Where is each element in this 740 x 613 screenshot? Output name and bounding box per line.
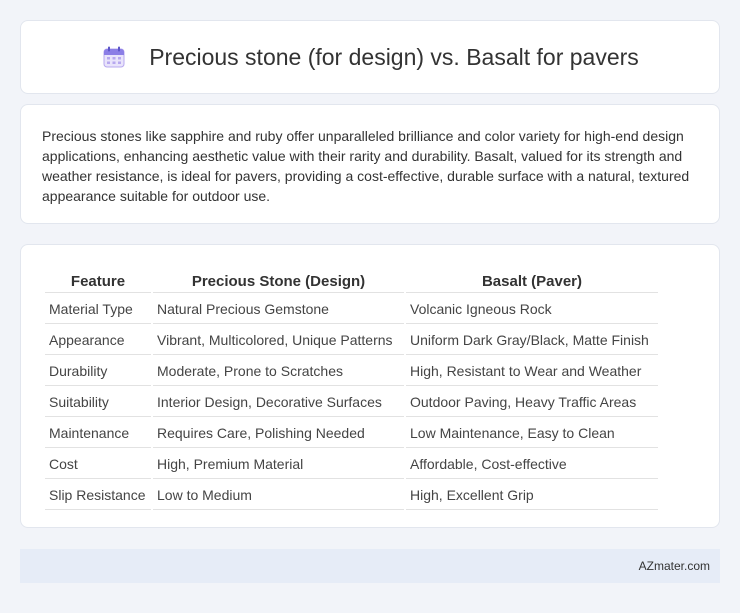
row-precious-stone: High, Premium Material (153, 450, 404, 479)
row-basalt: High, Excellent Grip (406, 481, 658, 510)
page-title: Precious stone (for design) vs. Basalt f… (149, 43, 639, 70)
row-precious-stone: Requires Care, Polishing Needed (153, 419, 404, 448)
table-row: Appearance Vibrant, Multicolored, Unique… (45, 326, 658, 355)
row-feature: Cost (45, 450, 151, 479)
footer-brand: AZmater.com (638, 559, 710, 573)
title-card: Precious stone (for design) vs. Basalt f… (20, 20, 720, 94)
table-row: Slip Resistance Low to Medium High, Exce… (45, 481, 658, 510)
row-basalt: Outdoor Paving, Heavy Traffic Areas (406, 388, 658, 417)
row-feature: Maintenance (45, 419, 151, 448)
row-precious-stone: Natural Precious Gemstone (153, 295, 404, 324)
table-row: Maintenance Requires Care, Polishing Nee… (45, 419, 658, 448)
header-precious-stone: Precious Stone (Design) (153, 267, 404, 293)
title-wrap: Precious stone (for design) vs. Basalt f… (101, 44, 639, 71)
table-row: Suitability Interior Design, Decorative … (45, 388, 658, 417)
footer: AZmater.com (20, 549, 720, 583)
summary-card: Precious stones like sapphire and ruby o… (20, 104, 720, 224)
table-card: Feature Precious Stone (Design) Basalt (… (20, 244, 720, 528)
row-basalt: Volcanic Igneous Rock (406, 295, 658, 324)
row-precious-stone: Interior Design, Decorative Surfaces (153, 388, 404, 417)
calendar-icon (103, 46, 125, 68)
row-feature: Slip Resistance (45, 481, 151, 510)
header-basalt: Basalt (Paver) (406, 267, 658, 293)
row-basalt: Uniform Dark Gray/Black, Matte Finish (406, 326, 658, 355)
table-row: Material Type Natural Precious Gemstone … (45, 295, 658, 324)
table-row: Cost High, Premium Material Affordable, … (45, 450, 658, 479)
row-feature: Appearance (45, 326, 151, 355)
row-basalt: Affordable, Cost-effective (406, 450, 658, 479)
header-feature: Feature (45, 267, 151, 293)
row-precious-stone: Moderate, Prone to Scratches (153, 357, 404, 386)
row-basalt: Low Maintenance, Easy to Clean (406, 419, 658, 448)
row-feature: Durability (45, 357, 151, 386)
table-row: Durability Moderate, Prone to Scratches … (45, 357, 658, 386)
table-header-row: Feature Precious Stone (Design) Basalt (… (45, 267, 658, 293)
row-precious-stone: Low to Medium (153, 481, 404, 510)
comparison-table: Feature Precious Stone (Design) Basalt (… (43, 265, 660, 512)
row-feature: Suitability (45, 388, 151, 417)
row-precious-stone: Vibrant, Multicolored, Unique Patterns (153, 326, 404, 355)
row-basalt: High, Resistant to Wear and Weather (406, 357, 658, 386)
summary-text: Precious stones like sapphire and ruby o… (42, 128, 690, 204)
row-feature: Material Type (45, 295, 151, 324)
